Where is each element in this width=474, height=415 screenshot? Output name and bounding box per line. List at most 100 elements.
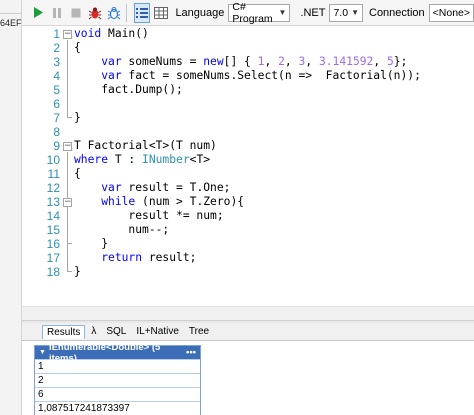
line-number: 18	[46, 265, 60, 279]
keyword-token: var	[101, 55, 122, 68]
pause-button[interactable]	[49, 3, 65, 23]
keyword-token: while	[101, 195, 136, 208]
code-token: someNums =	[121, 55, 204, 68]
fold-guide-end	[67, 243, 72, 244]
code-line-9: T Factorial<T>(T num)	[74, 139, 217, 152]
code-token: ,	[373, 55, 387, 68]
toolbar: Language C# Program ▼ .NET 7.0 ▼ Connect…	[22, 0, 474, 26]
fold-guide-end	[67, 271, 72, 272]
table-row: 2	[35, 373, 200, 387]
line-number: 1	[53, 27, 60, 41]
fold-guide	[67, 40, 68, 117]
collapse-icon[interactable]: −	[63, 198, 72, 207]
connection-value: <None>	[432, 6, 471, 19]
code-token: result = T.One;	[121, 181, 231, 194]
code-line-11: {	[74, 167, 81, 180]
number-token: 5	[386, 55, 394, 68]
code-token: ,	[305, 55, 319, 68]
table-row: 6	[35, 387, 200, 401]
bug-icon	[89, 7, 102, 19]
line-number: 9	[53, 139, 60, 153]
number-token: 3.141592	[318, 55, 374, 68]
query-tab-fragment[interactable]: 64EF	[0, 18, 22, 28]
results-tab-bar: Results λ SQL IL+Native Tree	[22, 323, 474, 341]
code-token: };	[393, 55, 408, 68]
run-button[interactable]	[30, 3, 46, 23]
connection-label: Connection	[369, 6, 425, 19]
collapse-icon[interactable]: −	[63, 30, 72, 39]
code-line-3: var someNums = new[] { 1, 2, 3, 3.141592…	[74, 55, 407, 68]
line-number-gutter: 1 2 3 4 5 6 7 8 9 10 11 12 13 14 15 16 1…	[22, 27, 60, 320]
chevron-down-icon: ▼	[278, 8, 287, 17]
line-number: 16	[46, 237, 60, 251]
results-grid-title: IEnumerable<Double> (5 items)	[48, 341, 161, 364]
keyword-token: var	[101, 69, 122, 82]
line-number: 4	[53, 69, 60, 83]
code-token: fact = someNums.Select(n => Factorial(n)…	[121, 69, 421, 82]
code-token: Main()	[101, 27, 149, 40]
line-number: 3	[53, 55, 60, 69]
code-line-12: var result = T.One;	[74, 181, 230, 194]
keyword-token: return	[101, 251, 143, 264]
line-number: 5	[53, 83, 60, 97]
code-token: <T>	[189, 153, 211, 166]
number-token: 2	[278, 55, 285, 68]
dotnet-version-select[interactable]: 7.0 ▼	[329, 3, 363, 22]
connection-select[interactable]: <None>	[428, 3, 474, 22]
code-line-16: }	[74, 237, 109, 250]
fold-guide-end	[67, 117, 72, 118]
chevron-down-icon: ▼	[351, 8, 359, 17]
code-editor[interactable]: 1 2 3 4 5 6 7 8 9 10 11 12 13 14 15 16 1…	[22, 27, 474, 320]
tab-tree[interactable]: Tree	[185, 325, 213, 338]
code-line-1: void Main()	[74, 27, 149, 40]
line-number: 13	[46, 195, 60, 209]
code-line-14: result *= num;	[74, 209, 224, 222]
bug-outline-icon	[108, 6, 121, 19]
code-line-15: num--;	[74, 223, 170, 236]
line-number: 2	[53, 41, 60, 55]
line-number: 6	[53, 97, 60, 111]
language-select[interactable]: C# Program ▼	[228, 1, 291, 25]
tab-results[interactable]: Results	[42, 324, 86, 339]
debug-button[interactable]	[87, 3, 103, 23]
stop-button[interactable]	[68, 3, 84, 23]
pause-icon	[53, 7, 62, 18]
collapse-triangle-icon[interactable]: ▼	[39, 349, 46, 356]
dotnet-value: 7.0	[333, 6, 349, 19]
tab-il-native[interactable]: IL+Native	[132, 325, 183, 338]
type-token: INumber	[142, 153, 190, 166]
results-grid: ▼ IEnumerable<Double> (5 items) ••• 1 2 …	[34, 342, 201, 415]
debug-break-button[interactable]	[106, 3, 122, 23]
collapse-icon[interactable]: −	[63, 142, 72, 151]
line-number: 17	[46, 251, 60, 265]
line-number: 14	[46, 209, 60, 223]
code-token: T :	[108, 153, 143, 166]
line-number: 7	[53, 111, 60, 125]
results-grid-header[interactable]: ▼ IEnumerable<Double> (5 items) •••	[35, 342, 200, 364]
grid-icon	[154, 6, 169, 19]
code-line-18: }	[74, 265, 81, 278]
code-line-4: var fact = someNums.Select(n => Factoria…	[74, 69, 421, 82]
code-line-17: return result;	[74, 251, 196, 264]
code-line-13: while (num > T.Zero){	[74, 195, 244, 208]
code-token: (num > T.Zero){	[135, 195, 245, 208]
tab-sql[interactable]: SQL	[102, 325, 130, 338]
results-to-rich-text-button[interactable]	[134, 2, 151, 23]
rich-text-icon	[136, 7, 149, 18]
line-number: 12	[46, 181, 60, 195]
code-line-10: where T : INumber<T>	[74, 153, 210, 166]
toolbar-separator	[126, 3, 128, 22]
keyword-token: new	[203, 55, 224, 68]
code-token: ,	[264, 55, 279, 68]
results-to-grid-button[interactable]	[153, 3, 169, 23]
code-token: [] {	[223, 55, 258, 68]
line-number: 8	[53, 125, 60, 139]
more-options-icon[interactable]: •••	[186, 347, 196, 358]
panel-divider	[0, 4, 22, 14]
tab-lambda[interactable]: λ	[87, 325, 100, 338]
